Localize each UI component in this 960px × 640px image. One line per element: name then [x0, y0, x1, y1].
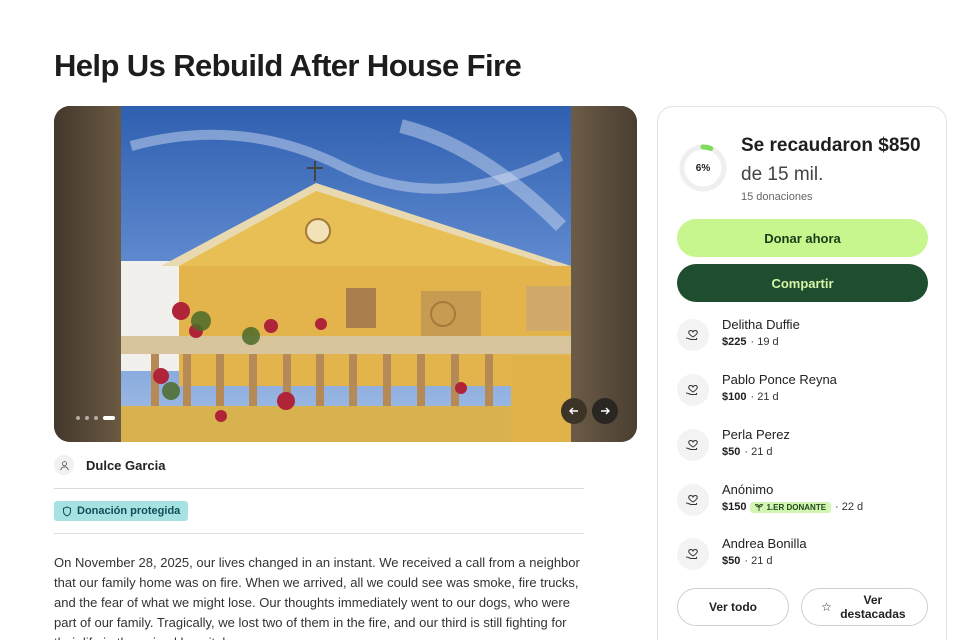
organizer[interactable]: Dulce Garcia [54, 455, 166, 475]
see-all-button[interactable]: Ver todo [677, 588, 789, 626]
donation-time: · 21 d [744, 446, 773, 458]
user-icon [54, 455, 74, 475]
donor-name: Anónimo [722, 482, 774, 497]
first-donor-badge: 1.ER DONANTE [750, 501, 832, 513]
story-text: On November 28, 2025, our lives changed … [54, 555, 580, 640]
donor-name: Andrea Bonilla [722, 536, 807, 551]
donor-name: Delitha Duffie [722, 317, 800, 332]
donation-amount: $50 [722, 555, 741, 567]
donation-time: · 22 d [835, 501, 864, 513]
arrow-right-icon [601, 407, 610, 415]
donation-count: 15 donaciones [741, 191, 813, 203]
gallery-dot[interactable] [85, 416, 89, 420]
heart-hand-icon [677, 484, 709, 516]
donor-name: Pablo Ponce Reyna [722, 372, 837, 387]
amount-raised: Se recaudaron $850 [741, 135, 921, 156]
gallery-blur-left [54, 106, 122, 442]
gallery-dot[interactable] [76, 416, 80, 420]
donation-time: · 21 d [750, 391, 779, 403]
heart-hand-icon [677, 538, 709, 570]
donation-amount: $100 [722, 391, 747, 403]
star-icon: ☆ [821, 600, 832, 614]
arrow-left-icon [569, 407, 578, 415]
organizer-name: Dulce Garcia [86, 457, 166, 473]
donation-amount: $150 [722, 501, 747, 513]
goal-amount: de 15 mil. [741, 164, 824, 185]
donation-time: · 19 d [750, 336, 779, 348]
donation-time: · 21 d [744, 555, 773, 567]
gallery-dot[interactable] [94, 416, 98, 420]
gallery-dot-active[interactable] [103, 416, 115, 420]
heart-hand-icon [677, 319, 709, 351]
donation-item: Andrea Bonilla $50 · 21 d [677, 536, 928, 580]
gallery-dots [76, 416, 115, 420]
donation-item: Delitha Duffie $225 · 19 d [677, 317, 928, 361]
donation-item: Perla Perez $50 · 21 d [677, 427, 928, 471]
badge-label: Donación protegida [77, 505, 181, 517]
progress-percent: 6% [695, 162, 711, 174]
donation-card: 6% Se recaudaron $850 de 15 mil. 15 dona… [657, 106, 947, 640]
protected-donation-badge[interactable]: Donación protegida [54, 501, 189, 521]
heart-hand-icon [677, 374, 709, 406]
page-title: Help Us Rebuild After House Fire [54, 48, 522, 83]
house-photo [121, 106, 571, 442]
heart-hand-icon [677, 429, 709, 461]
divider [54, 533, 584, 534]
donation-item: Anónimo $150 1.ER DONANTE · 22 d [677, 482, 928, 526]
share-button[interactable]: Compartir [677, 264, 928, 302]
gallery-blur-right [569, 106, 637, 442]
see-featured-label: Ver destacadas [840, 593, 906, 621]
divider [54, 488, 584, 489]
first-donor-label: 1.ER DONANTE [766, 502, 827, 512]
photo-gallery[interactable] [54, 106, 637, 442]
gallery-prev-button[interactable] [561, 398, 587, 424]
donation-item: Pablo Ponce Reyna $100 · 21 d [677, 372, 928, 416]
donor-name: Perla Perez [722, 427, 790, 442]
shield-icon [63, 505, 71, 516]
donate-button[interactable]: Donar ahora [677, 219, 928, 257]
sprout-icon [755, 503, 764, 511]
donation-amount: $50 [722, 446, 741, 458]
donation-amount: $225 [722, 336, 747, 348]
gallery-next-button[interactable] [592, 398, 618, 424]
see-featured-button[interactable]: ☆ Ver destacadas [801, 588, 928, 626]
